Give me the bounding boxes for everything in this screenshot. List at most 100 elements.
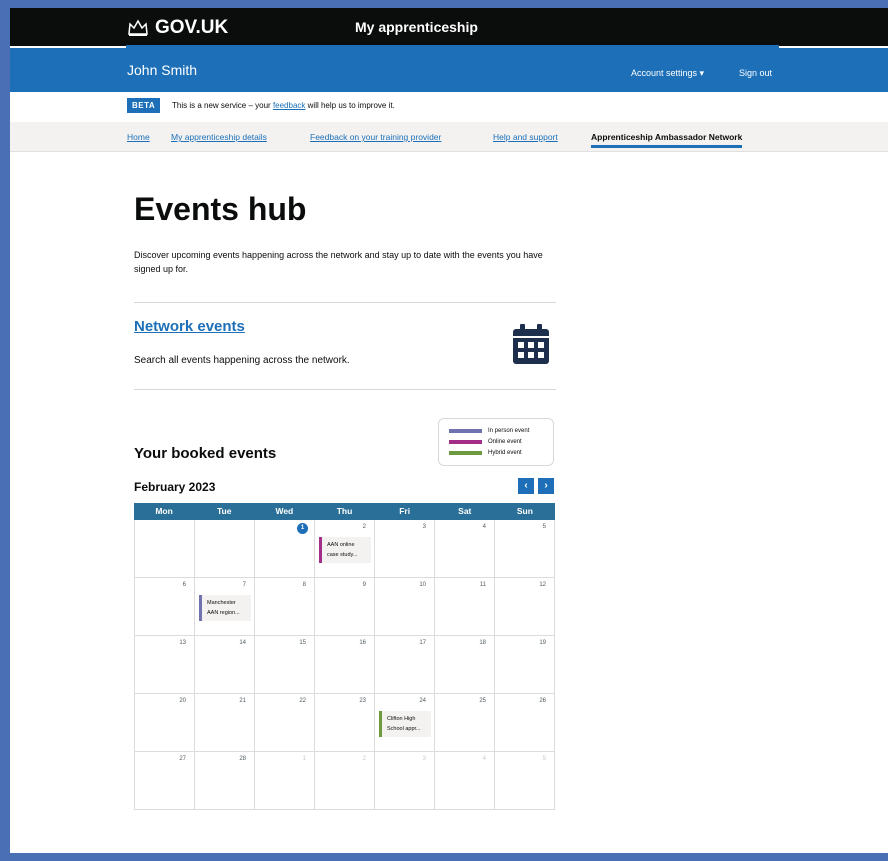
calendar-day-cell[interactable]: 26	[495, 694, 555, 752]
weekday-label: Mon	[155, 506, 173, 516]
calendar-day-cell[interactable]: 21	[195, 694, 255, 752]
nav-item-apprenticeship-details[interactable]: My apprenticeship details	[171, 132, 267, 142]
legend-item-in-person: In person event	[449, 428, 529, 434]
calendar-day-cell[interactable]: 2	[315, 752, 375, 810]
calendar-day-number: 15	[299, 640, 306, 646]
calendar-day-cell[interactable]: 12	[495, 578, 555, 636]
calendar-day-number: 2	[362, 524, 366, 530]
intro-text: Discover upcoming events happening acros…	[134, 250, 543, 274]
nav-item-feedback-training-provider[interactable]: Feedback on your training provider	[310, 132, 441, 142]
calendar-event[interactable]: Manchester AAN region...	[199, 595, 251, 621]
network-events-description: Search all events happening across the n…	[134, 355, 350, 366]
calendar-day-number: 1	[302, 756, 306, 762]
calendar-day-cell[interactable]: 4	[435, 752, 495, 810]
legend-swatch	[449, 451, 482, 455]
legend-item-online: Online event	[449, 439, 522, 445]
event-title-line: AAN online	[327, 542, 355, 548]
calendar-day-cell[interactable]: 10	[375, 578, 435, 636]
calendar-day-number: 3	[422, 756, 426, 762]
feedback-link[interactable]: feedback	[273, 101, 305, 110]
events-calendar: Mon Tue Wed Thu Fri Sat Sun 1 2 AAN online…	[134, 503, 555, 810]
calendar-day-number: 23	[359, 698, 366, 704]
page-frame: GOV.UK My apprenticeship John Smith Acco…	[10, 8, 888, 853]
calendar-day-cell[interactable]: 1	[255, 520, 315, 578]
weekday-label: Wed	[275, 506, 294, 516]
calendar-day-cell[interactable]: 27	[135, 752, 195, 810]
calendar-day-number: 1	[297, 523, 308, 534]
calendar-day-cell[interactable]: 19	[495, 636, 555, 694]
event-title-line: AAN region...	[207, 610, 240, 616]
calendar-day-cell[interactable]: 8	[255, 578, 315, 636]
calendar-day-cell[interactable]: 15	[255, 636, 315, 694]
beta-tag: BETA	[127, 98, 161, 113]
service-name[interactable]: My apprenticeship	[355, 19, 478, 35]
calendar-day-cell[interactable]	[195, 520, 255, 578]
calendar-day-number: 28	[239, 756, 246, 762]
calendar-day-cell[interactable]: 2 AAN online case study...	[315, 520, 375, 578]
calendar-weekday-header: Mon Tue Wed Thu Fri Sat Sun	[134, 503, 555, 520]
calendar-day-number: 12	[539, 582, 546, 588]
calendar-day-number: 14	[239, 640, 246, 646]
govuk-header: GOV.UK My apprenticeship	[10, 8, 888, 46]
calendar-day-cell[interactable]: 3	[375, 520, 435, 578]
calendar-event[interactable]: AAN online case study...	[319, 537, 371, 563]
event-type-legend: In person event Online event Hybrid even…	[438, 418, 554, 466]
calendar-day-cell[interactable]: 14	[195, 636, 255, 694]
nav-item-home[interactable]: Home	[127, 132, 150, 142]
calendar-day-number: 8	[302, 582, 306, 588]
calendar-day-cell[interactable]: 28	[195, 752, 255, 810]
account-settings-link[interactable]: Account settings ▾	[631, 68, 704, 79]
calendar-day-cell[interactable]: 22	[255, 694, 315, 752]
nav-item-help-support[interactable]: Help and support	[493, 132, 558, 142]
beta-text-before: This is a new service – your	[172, 101, 271, 110]
calendar-day-cell[interactable]: 4	[435, 520, 495, 578]
calendar-day-cell[interactable]: 5	[495, 752, 555, 810]
calendar-day-number: 10	[419, 582, 426, 588]
calendar-day-number: 7	[242, 582, 246, 588]
calendar-day-number: 24	[419, 698, 426, 704]
calendar-day-number: 20	[179, 698, 186, 704]
calendar-day-cell[interactable]: 9	[315, 578, 375, 636]
calendar-day-cell[interactable]: 20	[135, 694, 195, 752]
next-month-button[interactable]: ›	[538, 478, 554, 494]
calendar-day-cell[interactable]	[135, 520, 195, 578]
calendar-day-cell[interactable]: 16	[315, 636, 375, 694]
event-title-line: School appr...	[387, 726, 421, 732]
calendar-day-cell[interactable]: 13	[135, 636, 195, 694]
calendar-day-number: 27	[179, 756, 186, 762]
calendar-day-number: 6	[182, 582, 186, 588]
calendar-day-cell[interactable]: 23	[315, 694, 375, 752]
logo-text: GOV.UK	[155, 17, 229, 38]
calendar-day-number: 21	[239, 698, 246, 704]
calendar-day-cell[interactable]: 7 Manchester AAN region...	[195, 578, 255, 636]
calendar-day-number: 3	[422, 524, 426, 530]
calendar-day-cell[interactable]: 6	[135, 578, 195, 636]
calendar-day-cell[interactable]: 3	[375, 752, 435, 810]
sign-out-link[interactable]: Sign out	[739, 68, 772, 78]
weekday-label: Tue	[216, 506, 232, 516]
calendar-day-cell[interactable]: 11	[435, 578, 495, 636]
network-events-link[interactable]: Network events	[134, 318, 245, 335]
phase-banner: BETA This is a new service – your feedba…	[10, 92, 888, 122]
govuk-logo[interactable]: GOV.UK	[127, 17, 228, 39]
calendar-day-cell[interactable]: 18	[435, 636, 495, 694]
crown-icon	[128, 19, 148, 36]
calendar-day-cell[interactable]: 1	[255, 752, 315, 810]
previous-month-button[interactable]: ‹	[518, 478, 534, 494]
user-name: John Smith	[127, 62, 198, 78]
calendar-event[interactable]: Clifton High School appr...	[379, 711, 431, 737]
calendar-day-cell[interactable]: 5	[495, 520, 555, 578]
calendar-day-number: 19	[539, 640, 546, 646]
calendar-day-number: 13	[179, 640, 186, 646]
calendar-day-cell[interactable]: 17	[375, 636, 435, 694]
calendar-day-number: 25	[479, 698, 486, 704]
nav-item-ambassador-network[interactable]: Apprenticeship Ambassador Network	[591, 132, 743, 148]
weekday-label: Sun	[516, 506, 533, 516]
calendar-day-number: 18	[479, 640, 486, 646]
calendar-day-number: 4	[482, 524, 486, 530]
calendar-day-cell[interactable]: 25	[435, 694, 495, 752]
beta-text: This is a new service – your feedback wi…	[172, 101, 395, 110]
calendar-day-number: 5	[542, 756, 546, 762]
calendar-day-cell[interactable]: 24 Clifton High School appr...	[375, 694, 435, 752]
legend-swatch	[449, 429, 482, 433]
